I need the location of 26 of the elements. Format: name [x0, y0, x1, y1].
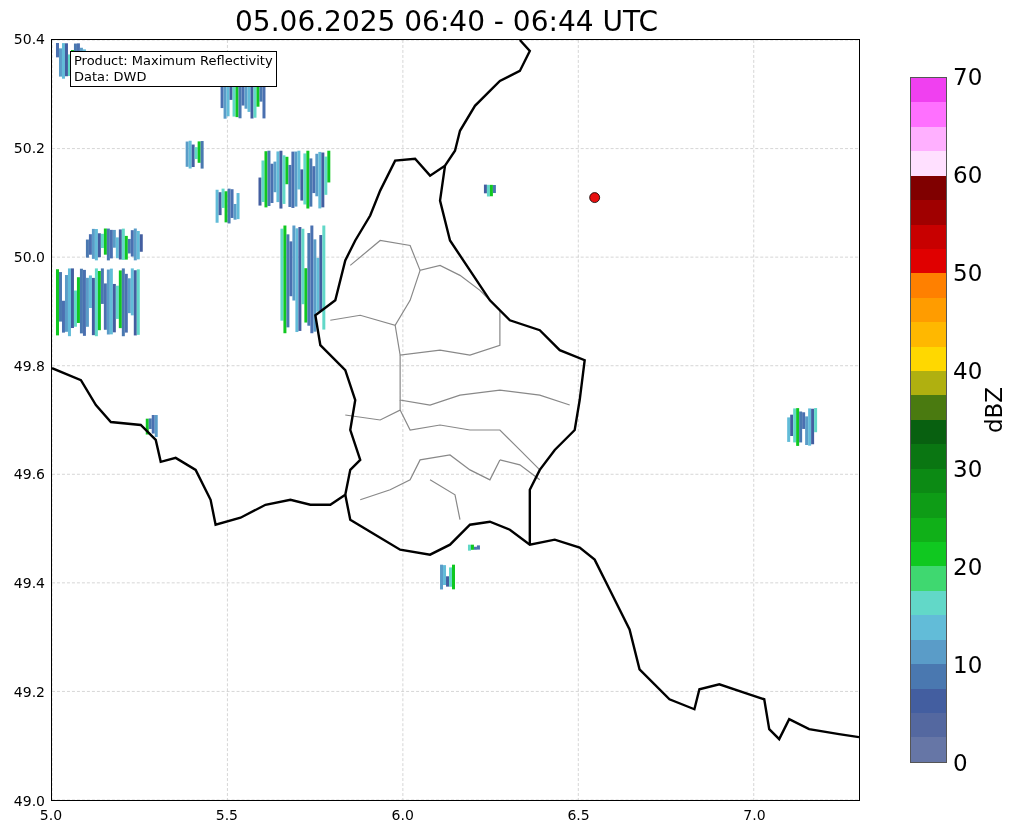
- colorbar-tick-label: 10: [953, 652, 983, 678]
- location-dot-icon: [589, 192, 601, 203]
- y-tick-label: 50.4: [13, 31, 45, 47]
- colorbar-tick-label: 50: [953, 260, 983, 286]
- y-tick-label: 50.0: [13, 248, 45, 265]
- x-tick-label: 6.5: [567, 807, 590, 823]
- info-text: Product: Maximum Reflectivity: [74, 53, 273, 69]
- y-tick-label: 50.2: [13, 139, 45, 156]
- info-text: Data: DWD: [74, 69, 148, 85]
- colorbar-tick-label: 60: [953, 162, 983, 188]
- y-tick-label: 49.8: [13, 357, 45, 374]
- x-tick-label: 5.0: [39, 807, 63, 823]
- y-tick-label: 49.6: [13, 466, 45, 483]
- y-tick-label: 49.0: [13, 793, 45, 809]
- y-tick-label: 49.2: [13, 684, 45, 701]
- colorbar-tick-label: 0: [953, 750, 968, 776]
- colorbar-tick-label: 70: [953, 64, 983, 90]
- colorbar-tick-label: 20: [953, 554, 983, 580]
- colorbar-tick-label: 40: [953, 358, 983, 384]
- chart-title: 05.06.2025 06:40 - 06:44 UTC: [235, 5, 658, 39]
- y-tick-label: 49.4: [13, 575, 45, 592]
- x-tick-label: 5.5: [215, 807, 238, 823]
- colorbar-label: dBZ: [981, 386, 1008, 434]
- x-tick-label: 7.0: [743, 807, 766, 823]
- x-tick-label: 6.0: [391, 807, 414, 823]
- colorbar-tick-label: 30: [953, 456, 983, 482]
